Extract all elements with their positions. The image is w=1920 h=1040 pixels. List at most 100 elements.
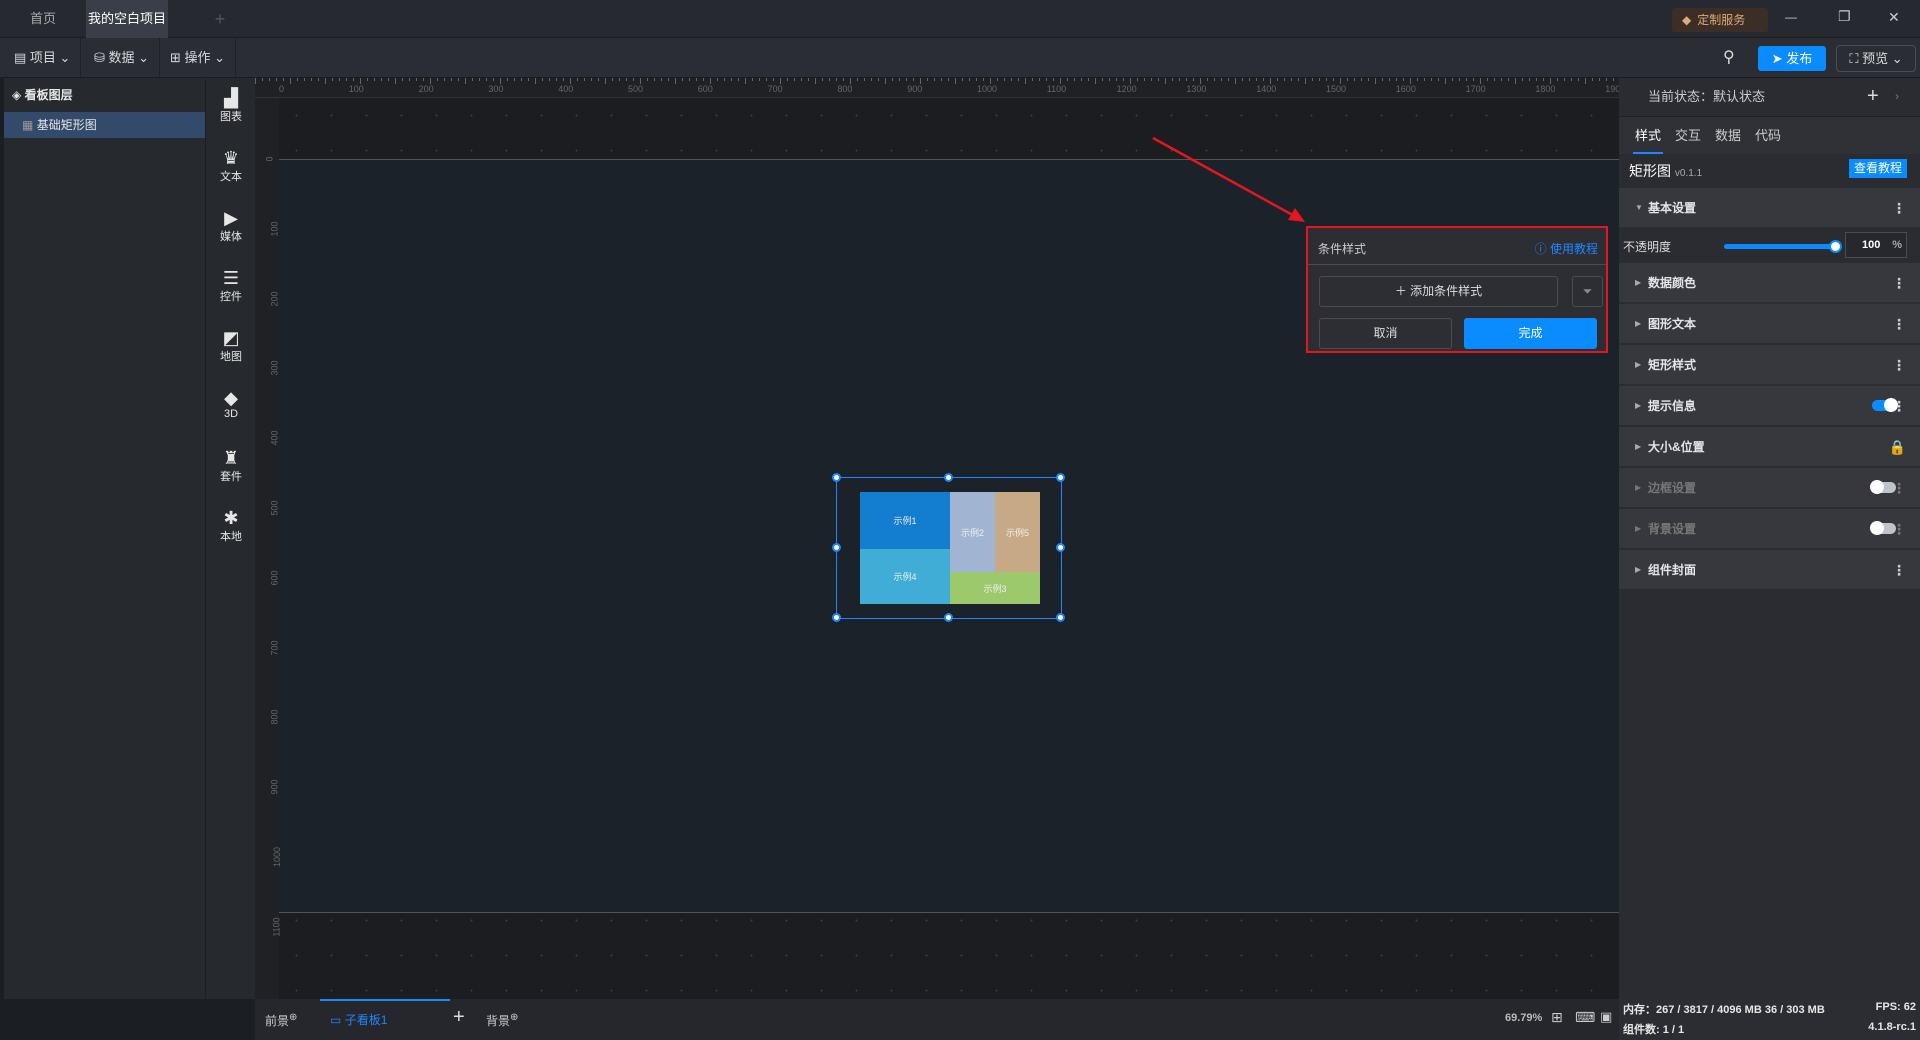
chevron-right-icon[interactable]: › [1895,89,1899,103]
section-组件封面[interactable]: ▶ 组件封面 ⋮ [1619,550,1920,590]
more-icon[interactable]: ⋮ [1892,304,1906,344]
ruler-tick-label: 1200 [1116,84,1137,94]
ruler-tick [640,78,641,84]
keyboard-icon[interactable]: ⌨ [1575,1009,1595,1026]
opacity-slider[interactable] [1724,240,1842,253]
lock-icon[interactable]: 🔒 [1889,427,1906,467]
fit-screen-icon[interactable]: ⊞ [1551,1009,1563,1026]
component-图表[interactable]: ▟ 图表 [206,88,256,124]
publish-label: 发布 [1786,51,1813,66]
minimize-button[interactable]: — [1785,10,1797,24]
tab-project[interactable]: 我的空白项目 ● [86,0,168,64]
ruler-tick-label: 0 [279,84,285,94]
resize-handle[interactable] [832,613,841,622]
resize-handle[interactable] [832,543,841,552]
terminal-icon[interactable]: ▣ [1600,1009,1612,1025]
section-基本设置[interactable]: ▼ 基本设置 ⋮ [1619,188,1920,228]
tutorial-button[interactable]: 查看教程 [1849,159,1907,178]
add-circle-icon[interactable]: ⊕ [289,1012,297,1023]
ruler-tick [388,78,389,81]
operate-menu[interactable]: ⊞ 操作 ⌄ [160,38,237,78]
data-menu[interactable]: ⛁ 数据 ⌄ [84,38,161,78]
component-媒体[interactable]: ▶ 媒体 [206,208,256,244]
tab-home[interactable]: 首页 [0,0,86,38]
section-背景设置[interactable]: ▶ 背景设置 ⋮ [1619,509,1920,549]
component-地图[interactable]: ◩ 地图 [206,328,256,364]
component-文本[interactable]: ♛ 文本 [206,148,256,184]
ruler-tick [451,78,452,81]
selected-treemap[interactable]: 示例1 示例2 示例5 示例4 示例3 [832,473,1065,622]
ruler-tick [1438,78,1439,81]
treemap-cell[interactable]: 示例1 [860,492,950,549]
section-图形文本[interactable]: ▶ 图形文本 ⋮ [1619,304,1920,344]
treemap-cell[interactable]: 示例3 [950,572,1040,604]
ruler-tick-label: 1600 [1395,84,1416,94]
ruler-tick [927,78,928,81]
resize-handle[interactable] [944,473,953,482]
section-边框设置[interactable]: ▶ 边框设置 ⋮ [1619,468,1920,508]
ruler-tick [766,78,767,81]
ruler-tick [752,78,753,81]
section-提示信息[interactable]: ▶ 提示信息 ⋮ [1619,386,1920,426]
project-menu[interactable]: ▤ 项目 ⌄ [4,38,82,78]
ruler-tick [1333,78,1334,81]
publish-button[interactable]: ➤ 发布 [1758,46,1826,71]
close-button[interactable]: ✕ [1888,9,1900,26]
zoom-level[interactable]: 69.79% [1505,1012,1542,1024]
treemap-cell[interactable]: 示例5 [995,492,1040,572]
resize-handle[interactable] [1056,543,1065,552]
restore-button[interactable]: ❐ [1838,8,1851,25]
cancel-button[interactable]: 取消 [1319,318,1452,349]
more-icon[interactable]: ⋮ [1892,263,1906,303]
custom-service-button[interactable]: ◆ 定制服务 [1672,8,1768,32]
tab-样式[interactable]: 样式 [1633,117,1664,154]
caret-right-icon: ▶ [1635,401,1642,410]
filter-add-icon[interactable]: ⏷ [1572,276,1603,307]
ruler-tick [1277,78,1278,81]
tab-数据[interactable]: 数据 [1713,117,1743,154]
resize-handle[interactable] [832,473,841,482]
add-circle-icon[interactable]: ⊕ [510,1012,518,1023]
component-label: 控件 [220,291,242,303]
tab-代码[interactable]: 代码 [1753,117,1783,154]
layer-item[interactable]: ▦ 基础矩形图 [4,112,205,138]
resize-handle[interactable] [1056,613,1065,622]
new-tab-button[interactable]: + [205,0,235,38]
more-icon[interactable]: ⋮ [1892,550,1906,590]
section-大小&位置[interactable]: ▶ 大小&位置 🔒 [1619,427,1920,467]
component-套件[interactable]: ♜ 套件 [206,448,256,484]
treemap-cell[interactable]: 示例4 [860,549,950,604]
section-label: 矩形样式 [1648,358,1697,372]
more-icon[interactable]: ⋮ [1892,188,1906,228]
resize-handle[interactable] [944,613,953,622]
foreground-tab[interactable]: 前景⊕ [265,1012,297,1029]
toggle-switch[interactable] [1870,480,1896,494]
add-condition-button[interactable]: ＋ 添加条件样式 [1319,276,1558,307]
component-本地[interactable]: ✱ 本地 [206,508,256,544]
ruler-tick [1242,78,1243,81]
done-button[interactable]: 完成 [1464,318,1597,349]
add-state-button[interactable]: + [1867,85,1879,108]
ruler-tick [962,78,963,81]
opacity-input[interactable]: 100% [1845,232,1907,258]
ruler-tick [1613,78,1614,81]
treemap-cell[interactable]: 示例2 [950,492,995,572]
component-控件[interactable]: ☰ 控件 [206,268,256,304]
more-icon[interactable]: ⋮ [1892,345,1906,385]
toggle-switch[interactable] [1870,521,1896,535]
search-icon[interactable]: ⚲ [1723,47,1735,67]
section-数据颜色[interactable]: ▶ 数据颜色 ⋮ [1619,263,1920,303]
toggle-switch[interactable] [1872,398,1898,412]
ruler-tick [717,78,718,81]
add-board-button[interactable]: + [453,1006,465,1029]
ruler-tick [1109,78,1110,81]
sub-board-tab[interactable]: ▭ 子看板1 [320,999,450,1040]
slider-handle[interactable] [1829,240,1842,253]
component-3D[interactable]: ◆ 3D [206,388,256,420]
tab-交互[interactable]: 交互 [1673,117,1703,154]
background-tab[interactable]: 背景⊕ [486,1012,518,1029]
resize-handle[interactable] [1056,473,1065,482]
preview-button[interactable]: ⛶ 预览 ⌄ [1836,45,1916,72]
help-link[interactable]: ⓘ 使用教程 [1535,240,1598,257]
section-矩形样式[interactable]: ▶ 矩形样式 ⋮ [1619,345,1920,385]
